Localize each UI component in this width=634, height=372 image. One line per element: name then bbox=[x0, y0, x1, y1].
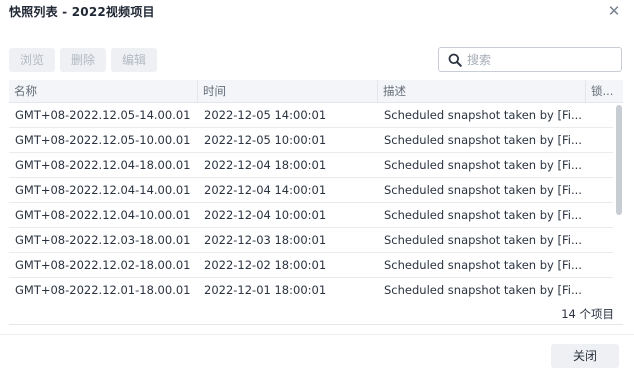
cell-time: 2022-12-02 18:00:01 bbox=[204, 258, 327, 272]
table-row[interactable]: GMT+08-2022.12.04-10.00.01 2022-12-04 10… bbox=[9, 203, 613, 228]
column-header-name[interactable]: 名称 bbox=[9, 80, 198, 103]
search-icon bbox=[448, 53, 462, 67]
cell-name: GMT+08-2022.12.02-18.00.01 bbox=[15, 258, 191, 272]
cell-name: GMT+08-2022.12.04-10.00.01 bbox=[15, 208, 191, 222]
cell-description: Scheduled snapshot taken by [Fi... bbox=[384, 258, 582, 272]
column-header-description[interactable]: 描述 bbox=[378, 80, 586, 103]
table-row[interactable]: GMT+08-2022.12.02-18.00.01 2022-12-02 18… bbox=[9, 253, 613, 278]
table-row[interactable]: GMT+08-2022.12.03-18.00.01 2022-12-03 18… bbox=[9, 228, 613, 253]
cell-name: GMT+08-2022.12.01-18.00.01 bbox=[15, 283, 191, 297]
table-row[interactable]: GMT+08-2022.12.04-14.00.01 2022-12-04 14… bbox=[9, 178, 613, 203]
edit-button[interactable]: 编辑 bbox=[111, 48, 157, 72]
cell-description: Scheduled snapshot taken by [Fi... bbox=[384, 233, 582, 247]
cell-time: 2022-12-04 18:00:01 bbox=[204, 158, 327, 172]
dialog-title: 快照列表 - 2022视频项目 bbox=[9, 5, 155, 19]
table-row[interactable]: GMT+08-2022.12.05-10.00.01 2022-12-05 10… bbox=[9, 128, 613, 153]
close-button[interactable]: 关闭 bbox=[551, 344, 619, 368]
cell-description: Scheduled snapshot taken by [Fi... bbox=[384, 183, 582, 197]
table-scrollbar[interactable] bbox=[615, 103, 623, 302]
cell-time: 2022-12-04 10:00:01 bbox=[204, 208, 327, 222]
cell-lock bbox=[592, 178, 612, 202]
table-header: 名称 时间 描述 锁... bbox=[9, 80, 623, 103]
cell-lock bbox=[592, 153, 612, 177]
snapshot-list-dialog: 快照列表 - 2022视频项目 ✕ 浏览 删除 编辑 名称 时间 描述 锁...… bbox=[0, 0, 634, 372]
cell-lock bbox=[592, 253, 612, 277]
cell-lock bbox=[592, 128, 612, 152]
cell-description: Scheduled snapshot taken by [Fi... bbox=[384, 208, 582, 222]
browse-button[interactable]: 浏览 bbox=[9, 48, 55, 72]
cell-time: 2022-12-05 14:00:01 bbox=[204, 108, 327, 122]
cell-lock bbox=[592, 278, 612, 302]
cell-name: GMT+08-2022.12.04-14.00.01 bbox=[15, 183, 191, 197]
cell-name: GMT+08-2022.12.03-18.00.01 bbox=[15, 233, 191, 247]
table-row[interactable]: GMT+08-2022.12.01-18.00.01 2022-12-01 18… bbox=[9, 278, 613, 302]
cell-time: 2022-12-03 18:00:01 bbox=[204, 233, 327, 247]
cell-description: Scheduled snapshot taken by [Fi... bbox=[384, 133, 582, 147]
cell-lock bbox=[592, 203, 612, 227]
delete-button[interactable]: 删除 bbox=[60, 48, 106, 72]
cell-lock bbox=[592, 103, 612, 127]
cell-name: GMT+08-2022.12.05-10.00.01 bbox=[15, 133, 191, 147]
cell-name: GMT+08-2022.12.05-14.00.01 bbox=[15, 108, 191, 122]
snapshot-table: 名称 时间 描述 锁... GMT+08-2022.12.05-14.00.01… bbox=[9, 80, 623, 302]
cell-description: Scheduled snapshot taken by [Fi... bbox=[384, 283, 582, 297]
title-bar: 快照列表 - 2022视频项目 ✕ bbox=[0, 0, 634, 24]
search-input[interactable] bbox=[467, 49, 617, 70]
table-body: GMT+08-2022.12.05-14.00.01 2022-12-05 14… bbox=[9, 103, 623, 302]
cell-time: 2022-12-05 10:00:01 bbox=[204, 133, 327, 147]
cell-name: GMT+08-2022.12.04-18.00.01 bbox=[15, 158, 191, 172]
scrollbar-thumb[interactable] bbox=[616, 105, 622, 215]
cell-description: Scheduled snapshot taken by [Fi... bbox=[384, 108, 582, 122]
cell-time: 2022-12-01 18:00:01 bbox=[204, 283, 327, 297]
item-count: 14 个项目 bbox=[561, 307, 614, 321]
cell-lock bbox=[592, 228, 612, 252]
table-row[interactable]: GMT+08-2022.12.05-14.00.01 2022-12-05 14… bbox=[9, 103, 613, 128]
close-icon[interactable]: ✕ bbox=[604, 2, 624, 20]
cell-description: Scheduled snapshot taken by [Fi... bbox=[384, 158, 582, 172]
cell-time: 2022-12-04 14:00:01 bbox=[204, 183, 327, 197]
column-header-time[interactable]: 时间 bbox=[198, 80, 378, 103]
footer-divider bbox=[0, 334, 634, 335]
column-header-lock[interactable]: 锁... bbox=[586, 80, 623, 103]
divider bbox=[9, 324, 623, 325]
search-box[interactable] bbox=[438, 47, 622, 72]
table-row[interactable]: GMT+08-2022.12.04-18.00.01 2022-12-04 18… bbox=[9, 153, 613, 178]
